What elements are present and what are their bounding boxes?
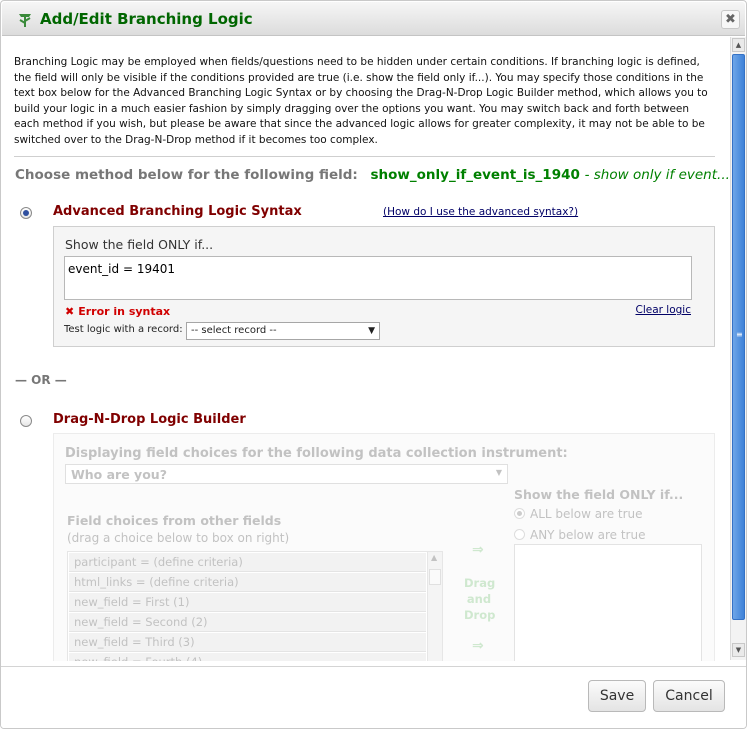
field-choices-list: participant = (define criteria) html_lin… — [67, 551, 443, 661]
show-only-if-label: Show the field ONLY if... — [65, 237, 214, 252]
list-item: html_links = (define criteria) — [69, 573, 426, 592]
list-item: new_field = Second (2) — [69, 613, 426, 632]
close-button[interactable]: ✖ — [721, 10, 740, 29]
drag-arrow-icon: ⇒ — [472, 638, 484, 654]
error-text: Error in syntax — [78, 305, 171, 318]
test-record-value: -- select record -- — [191, 325, 277, 336]
test-record-select[interactable]: -- select record -- ▼ — [186, 322, 380, 340]
list-item: participant = (define criteria) — [69, 553, 426, 572]
advanced-help-link[interactable]: (How do I use the advanced syntax?) — [383, 206, 578, 218]
intro-text: Branching Logic may be employed when fie… — [14, 56, 708, 146]
choose-prefix: Choose method below for the following fi… — [15, 167, 358, 183]
dialog-titlebar[interactable]: Add/Edit Branching Logic ✖ — [2, 2, 745, 36]
scroll-thumb — [429, 569, 441, 585]
field-name: show_only_if_event_is_1940 — [370, 167, 580, 183]
scroll-down-icon[interactable]: ▼ — [732, 643, 745, 657]
dialog-content: Branching Logic may be employed when fie… — [1, 37, 730, 661]
dnd-radio[interactable] — [20, 415, 32, 427]
option-all-label: ALL below are true — [530, 507, 643, 521]
drag-arrow-icon: ⇒ — [472, 542, 484, 558]
advanced-panel: Show the field ONLY if... event_id = 194… — [53, 226, 715, 347]
drag-drop-label: Drag and Drop — [464, 575, 496, 623]
logic-textarea[interactable]: event_id = 19401 — [64, 256, 692, 300]
instrument-heading: Displaying field choices for the followi… — [65, 446, 568, 461]
clear-logic-link[interactable]: Clear logic — [636, 304, 692, 316]
scroll-up-icon: ▲ — [431, 553, 438, 562]
drag-text-1: Drag — [464, 576, 496, 590]
dnd-panel: Displaying field choices for the followi… — [53, 433, 715, 661]
option-all: ALL below are true — [514, 507, 643, 521]
cancel-button[interactable]: Cancel — [653, 680, 725, 712]
scroll-up-icon[interactable]: ▲ — [732, 38, 745, 52]
branch-icon — [19, 14, 31, 27]
drag-text-3: Drop — [464, 608, 496, 622]
dnd-show-only-if-label: Show the field ONLY if... — [514, 487, 684, 502]
save-button[interactable]: Save — [588, 680, 646, 712]
advanced-title: Advanced Branching Logic Syntax — [53, 204, 302, 219]
option-any-label: ANY below are true — [530, 528, 646, 542]
list-item: new_field = Third (3) — [69, 633, 426, 652]
syntax-error: ✖ Error in syntax — [65, 305, 170, 318]
list-item: new_field = First (1) — [69, 593, 426, 612]
instrument-value: Who are you? — [71, 467, 167, 482]
dnd-title: Drag-N-Drop Logic Builder — [53, 412, 246, 427]
dialog-title: Add/Edit Branching Logic — [40, 10, 253, 28]
chevron-down-icon: ▼ — [495, 468, 502, 477]
choose-method-heading: Choose method below for the following fi… — [15, 167, 730, 183]
error-x-icon: ✖ — [65, 305, 75, 318]
scroll-thumb[interactable]: ≡ — [732, 54, 745, 620]
instrument-select: Who are you? ▼ — [65, 464, 508, 484]
radio-any — [514, 529, 525, 540]
divider — [14, 156, 715, 157]
branching-logic-dialog: Add/Edit Branching Logic ✖ Branching Log… — [0, 0, 747, 729]
chevron-down-icon: ▼ — [368, 326, 375, 336]
drag-text-2: and — [466, 592, 492, 606]
radio-all — [514, 508, 525, 519]
grip-icon: ≡ — [736, 330, 743, 339]
option-any: ANY below are true — [514, 528, 645, 542]
field-choices-scrollbar: ▲ — [427, 552, 442, 661]
test-logic-label: Test logic with a record: — [64, 324, 183, 335]
dialog-footer: Save Cancel — [1, 666, 746, 728]
dialog-scrollbar[interactable]: ▲ ≡ ▼ — [730, 37, 746, 660]
field-choices-subtitle: (drag a choice below to box on right) — [67, 531, 290, 545]
or-separator: — OR — — [15, 373, 67, 387]
field-choices-title: Field choices from other fields — [67, 513, 282, 528]
field-label: - show only if event... — [584, 167, 730, 183]
drop-area — [514, 544, 702, 661]
advanced-radio[interactable] — [20, 207, 32, 219]
list-item: new_field = Fourth (4) — [69, 653, 426, 661]
